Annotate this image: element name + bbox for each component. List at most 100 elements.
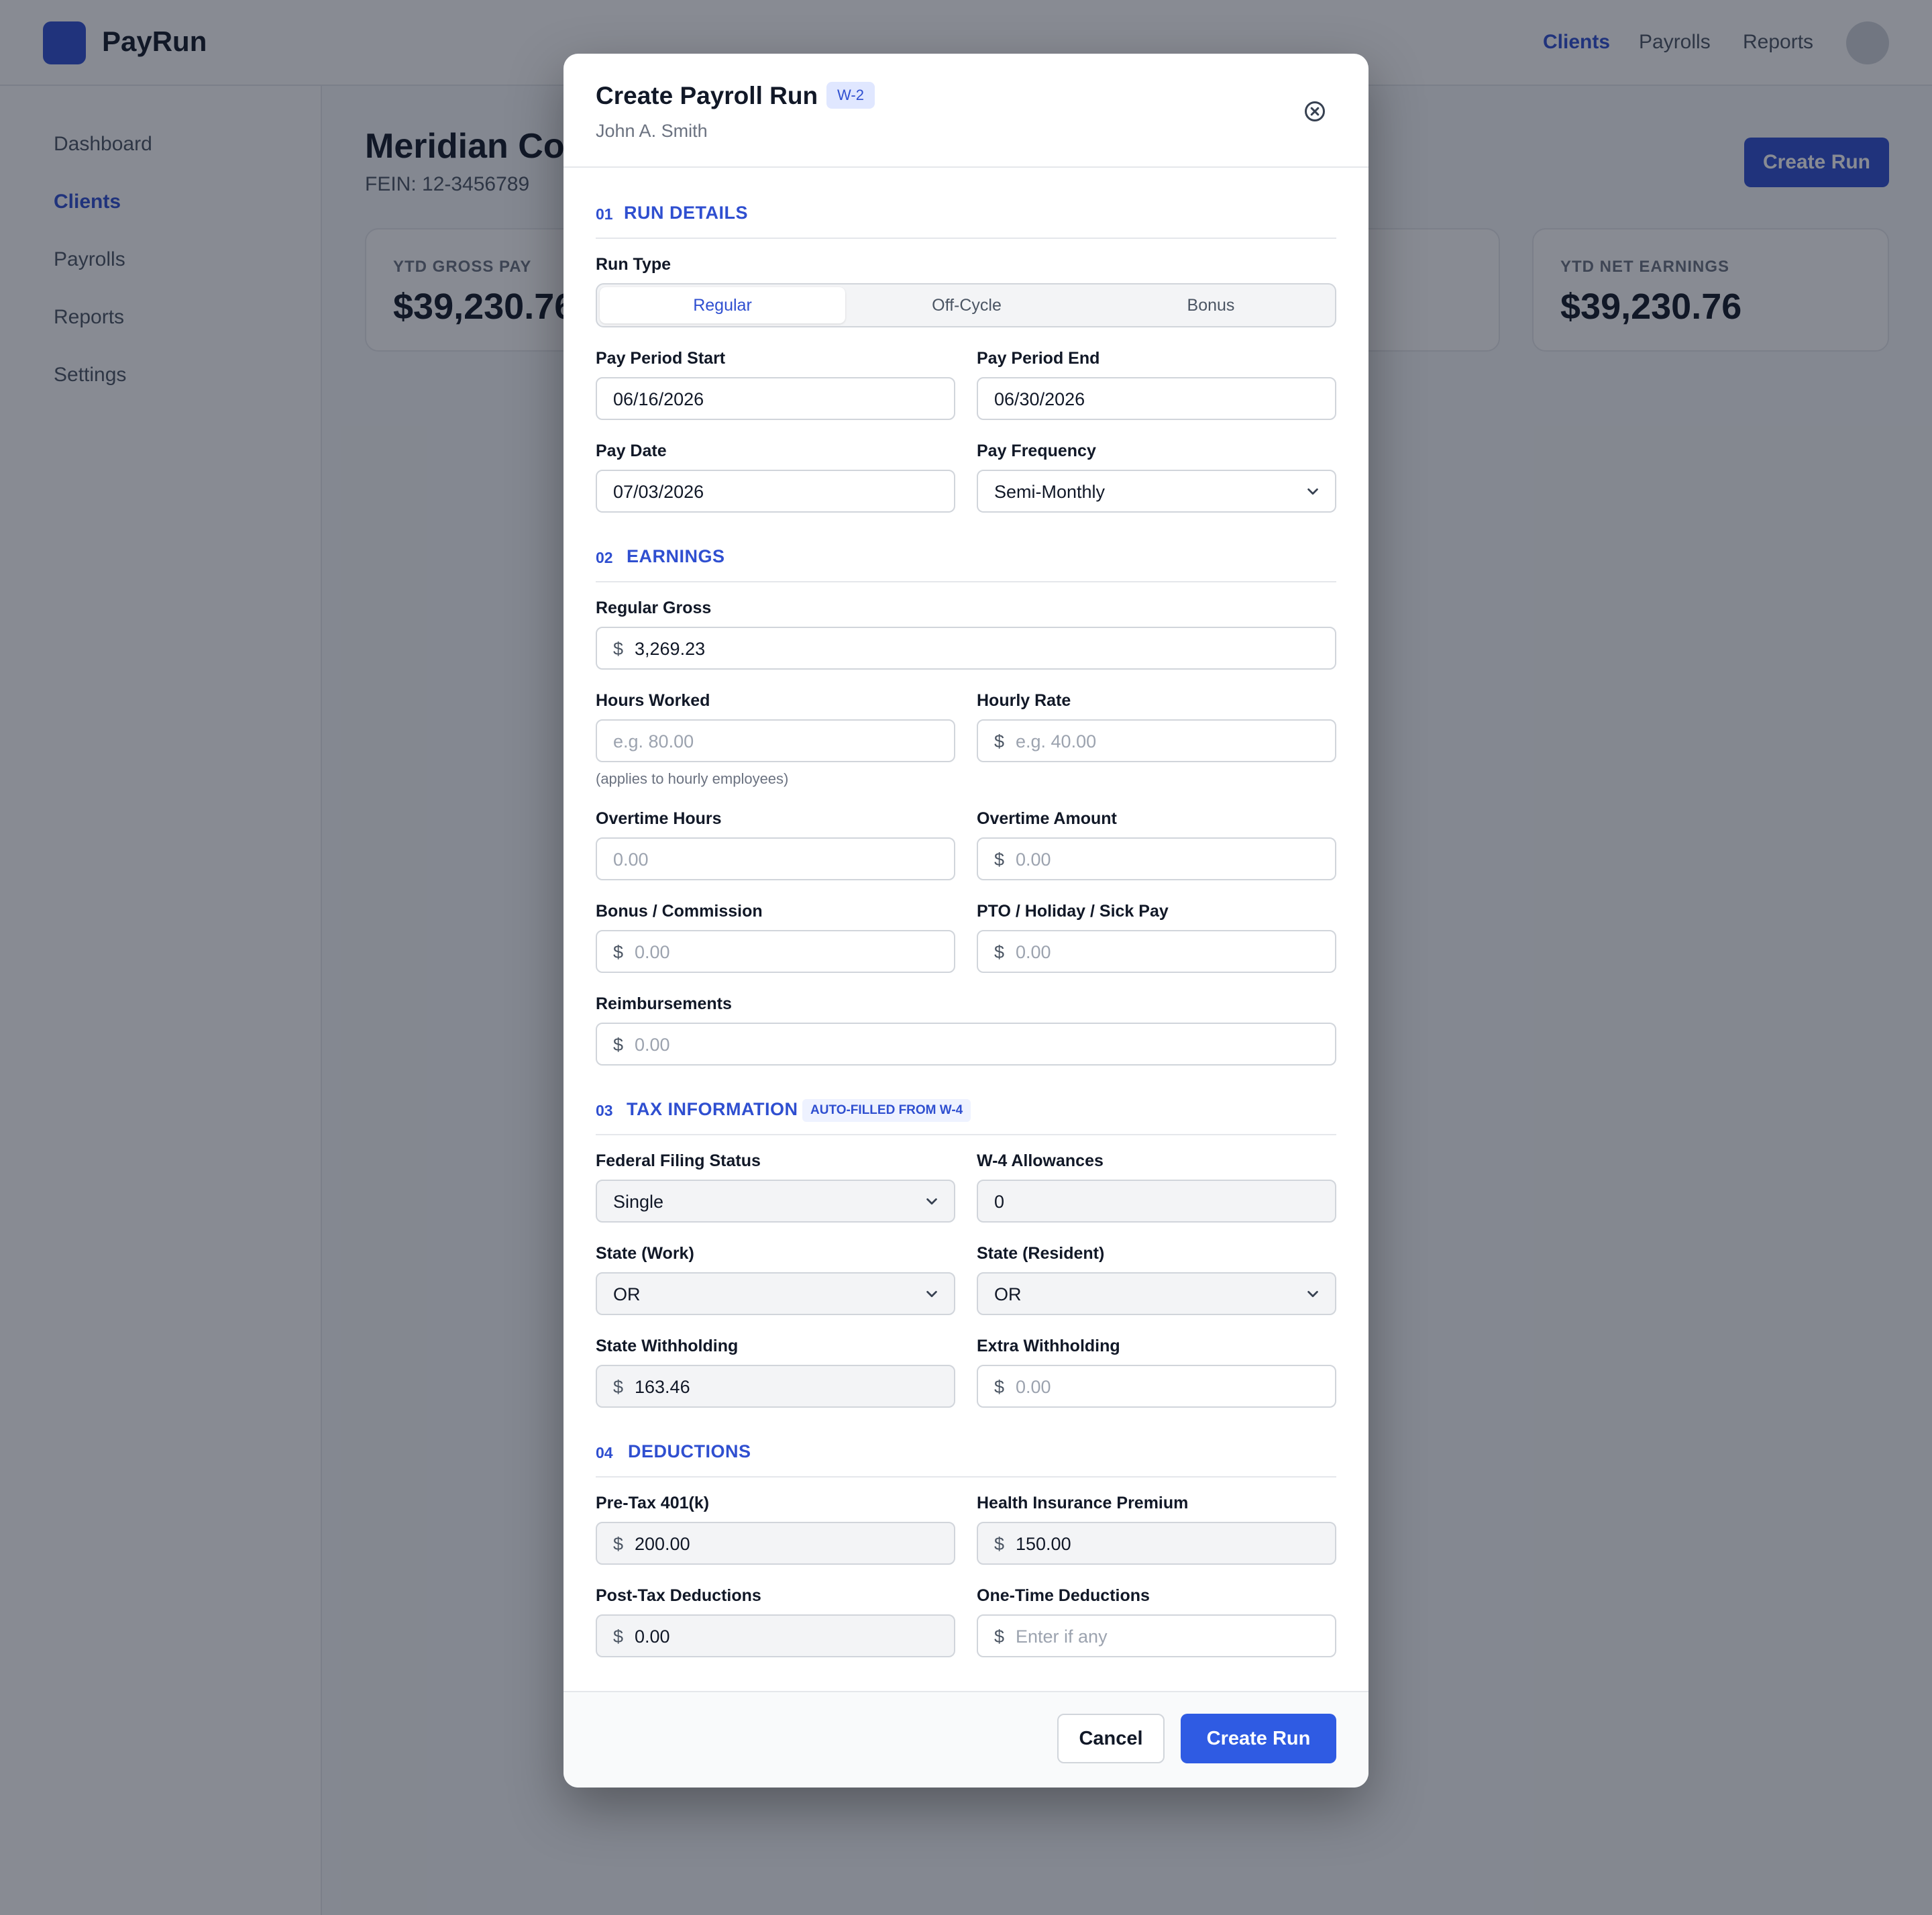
modal-title: Create Payroll Run [596,82,818,109]
field-value: 06/30/2026 [994,389,1085,409]
overtime-hours-label: Overtime Hours [596,809,722,828]
field-value: Semi-Monthly [994,482,1106,502]
currency-symbol: $ [613,1626,624,1647]
currency-symbol: $ [613,942,624,962]
currency-symbol: $ [994,942,1005,962]
hourly-rate-input[interactable]: $ e.g. 40.00 [977,719,1336,762]
w2-badge: W-2 [826,82,875,109]
run-type-bonus[interactable]: Bonus [1088,287,1334,323]
field-placeholder: 0.00 [1016,849,1051,870]
extra-withholding-label: Extra Withholding [977,1337,1120,1355]
section-number: 04 [596,1444,613,1461]
federal-filing-status-label: Federal Filing Status [596,1151,761,1170]
hours-worked-input[interactable]: e.g. 80.00 [596,719,955,762]
pto-pay-input[interactable]: $ 0.00 [977,930,1336,973]
field-placeholder: 0.00 [635,942,670,962]
field-value: 0.00 [635,1626,670,1647]
state-resident-select[interactable]: OR [977,1272,1336,1315]
chevron-down-icon [1307,488,1318,495]
pretax-401k-label: Pre-Tax 401(k) [596,1494,710,1512]
field-value: OR [994,1284,1022,1304]
create-run-button[interactable]: Create Run [1181,1714,1336,1763]
currency-symbol: $ [994,1377,1005,1397]
w4-allowances-label: W-4 Allowances [977,1151,1104,1170]
close-icon[interactable] [1303,99,1327,123]
federal-filing-status-select[interactable]: Single [596,1180,955,1223]
state-withholding-label: State Withholding [596,1337,739,1355]
section-earnings: 02 EARNINGS [596,542,1336,582]
currency-symbol: $ [994,1626,1005,1647]
state-withholding-input[interactable]: $ 163.46 [596,1365,955,1408]
bonus-commission-input[interactable]: $ 0.00 [596,930,955,973]
onetime-deductions-label: One-Time Deductions [977,1586,1150,1605]
cancel-button[interactable]: Cancel [1057,1714,1165,1763]
field-placeholder: 0.00 [635,1035,670,1055]
section-number: 03 [596,1102,613,1119]
create-payroll-modal: Create Payroll Run W-2 John A. Smith 01 … [564,54,1368,1788]
pay-period-end-input[interactable]: 06/30/2026 [977,377,1336,420]
extra-withholding-input[interactable]: $ 0.00 [977,1365,1336,1408]
field-value: Single [613,1192,664,1212]
pto-pay-label: PTO / Holiday / Sick Pay [977,902,1169,921]
field-value: 06/16/2026 [613,389,704,409]
field-placeholder: 0.00 [1016,1377,1051,1397]
currency-symbol: $ [613,1534,624,1554]
currency-symbol: $ [994,731,1005,752]
currency-symbol: $ [613,1377,624,1397]
bonus-commission-label: Bonus / Commission [596,902,763,921]
field-placeholder: 0.00 [613,849,649,870]
state-resident-label: State (Resident) [977,1244,1105,1263]
reimbursements-input[interactable]: $ 0.00 [596,1023,1336,1066]
field-placeholder: 0.00 [1016,942,1051,962]
section-title: DEDUCTIONS [628,1441,751,1461]
health-premium-label: Health Insurance Premium [977,1494,1189,1512]
modal-header: Create Payroll Run W-2 John A. Smith [564,54,1368,168]
chevron-down-icon [926,1290,937,1298]
posttax-deductions-input[interactable]: $ 0.00 [596,1614,955,1657]
currency-symbol: $ [613,639,624,659]
hours-worked-hint: (applies to hourly employees) [596,770,789,787]
section-run-details: 01 RUN DETAILS [596,199,1336,239]
pay-period-start-input[interactable]: 06/16/2026 [596,377,955,420]
overtime-amount-input[interactable]: $ 0.00 [977,837,1336,880]
field-value: 0 [994,1192,1005,1212]
section-tax-information: 03 TAX INFORMATION AUTO-FILLED FROM W-4 [596,1095,1336,1135]
section-deductions: 04 DEDUCTIONS [596,1437,1336,1478]
run-type-segmented-control: Regular Off-Cycle Bonus [596,283,1336,327]
regular-gross-label: Regular Gross [596,599,712,617]
onetime-deductions-input[interactable]: $ Enter if any [977,1614,1336,1657]
pretax-401k-input[interactable]: $ 200.00 [596,1522,955,1565]
currency-symbol: $ [994,849,1005,870]
currency-symbol: $ [613,1035,624,1055]
pay-frequency-select[interactable]: Semi-Monthly [977,470,1336,513]
hourly-rate-label: Hourly Rate [977,691,1071,710]
posttax-deductions-label: Post-Tax Deductions [596,1586,761,1605]
state-work-label: State (Work) [596,1244,694,1263]
field-value: OR [613,1284,641,1304]
field-placeholder: Enter if any [1016,1626,1108,1647]
currency-symbol: $ [994,1534,1005,1554]
section-number: 02 [596,549,613,566]
state-work-select[interactable]: OR [596,1272,955,1315]
run-type-label: Run Type [596,255,672,274]
pay-period-start-label: Pay Period Start [596,349,726,368]
chevron-down-icon [1307,1290,1318,1298]
overtime-hours-input[interactable]: 0.00 [596,837,955,880]
section-number: 01 [596,205,613,223]
field-value: 07/03/2026 [613,482,704,502]
section-title: EARNINGS [627,546,725,566]
reimbursements-label: Reimbursements [596,994,732,1013]
pay-date-label: Pay Date [596,442,667,460]
regular-gross-input[interactable]: $ 3,269.23 [596,627,1336,670]
run-type-off-cycle[interactable]: Off-Cycle [844,287,1089,323]
pay-date-input[interactable]: 07/03/2026 [596,470,955,513]
field-placeholder: e.g. 40.00 [1016,731,1097,752]
health-premium-input[interactable]: $ 150.00 [977,1522,1336,1565]
run-type-regular[interactable]: Regular [600,287,845,323]
section-title: RUN DETAILS [624,203,748,223]
w4-allowances-input[interactable]: 0 [977,1180,1336,1223]
section-title: TAX INFORMATION [627,1099,798,1119]
field-value: 150.00 [1016,1534,1071,1554]
field-value: 163.46 [635,1377,690,1397]
field-value: 200.00 [635,1534,690,1554]
